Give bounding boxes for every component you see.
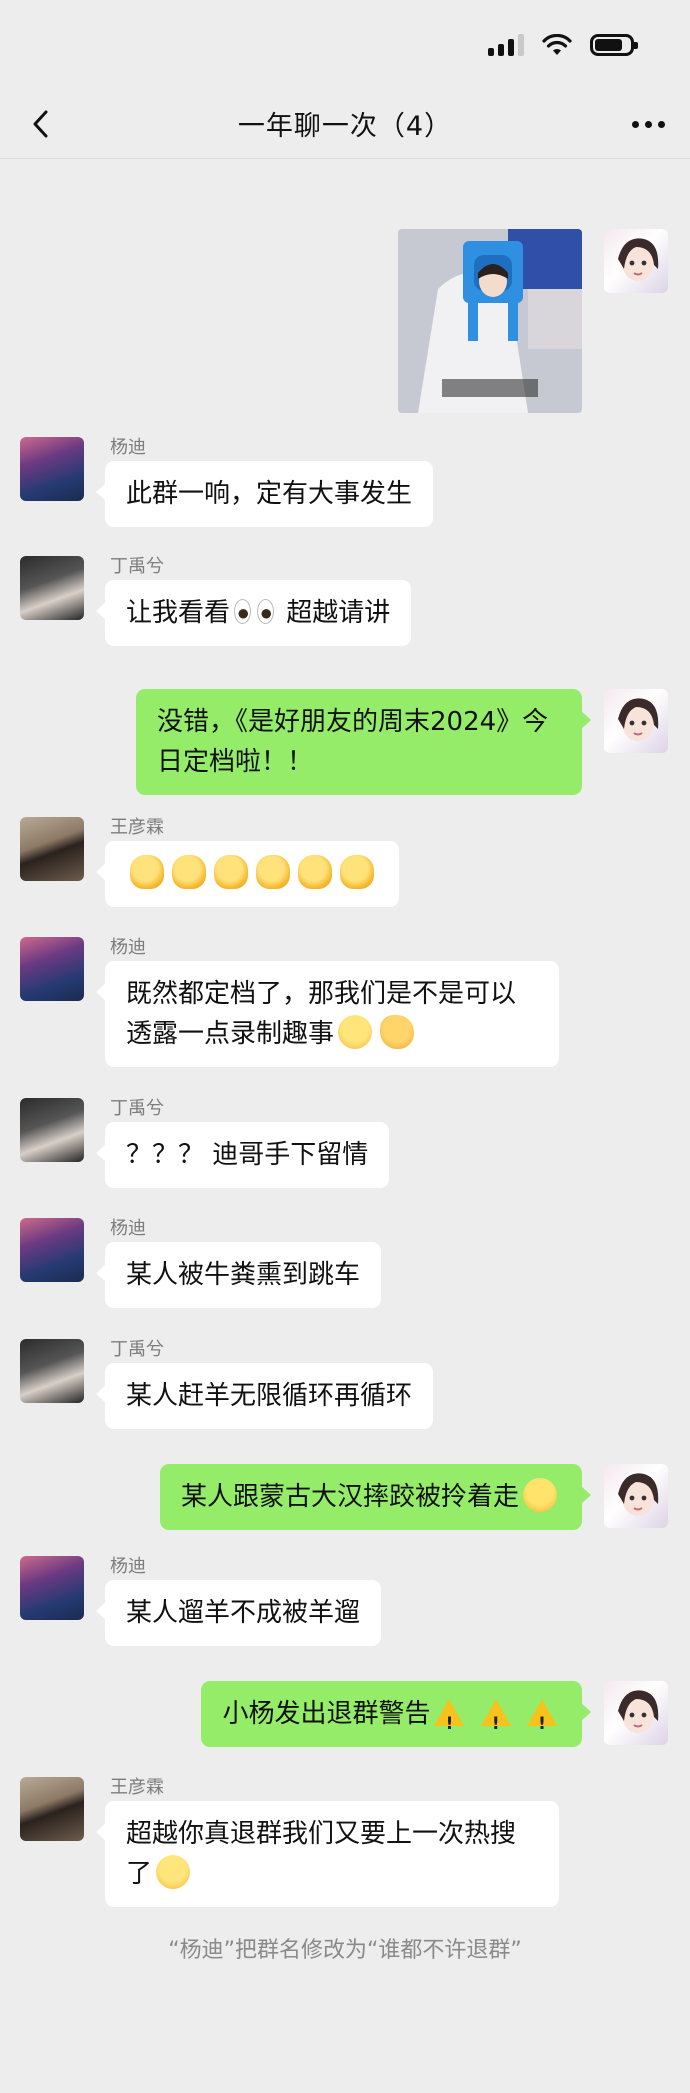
clapping-hands-emoji-icon bbox=[130, 855, 164, 889]
chat-header: 一年聊一次（4） bbox=[0, 90, 690, 159]
self-avatar[interactable] bbox=[604, 229, 668, 293]
sender-avatar[interactable] bbox=[20, 1218, 84, 1282]
warning-emoji-icon bbox=[434, 1699, 465, 1744]
grinning-face-emoji-icon bbox=[156, 1855, 191, 1889]
battery-icon bbox=[590, 34, 638, 56]
message-bubble[interactable]: 此群一响，定有大事发生 bbox=[95, 461, 434, 527]
message-bubble[interactable]: 超越你真退群我们又要上一次热搜了 bbox=[96, 1801, 559, 1907]
message-bubble[interactable]: 某人跟蒙古大汉摔跤被拎着走 bbox=[159, 1464, 592, 1530]
sender-avatar[interactable] bbox=[20, 437, 84, 501]
sender-avatar[interactable] bbox=[20, 1777, 84, 1841]
message-text: 某人遛羊不成被羊遛 bbox=[126, 1598, 361, 1628]
message-bubble[interactable]: 某人被牛粪熏到跳车 bbox=[95, 1242, 382, 1308]
clapping-hands-emoji-icon bbox=[214, 855, 248, 889]
sender-avatar[interactable] bbox=[20, 556, 84, 620]
message-text: 此群一响，定有大事发生 bbox=[126, 479, 413, 509]
message-bubble[interactable] bbox=[96, 841, 399, 907]
sender-name: 王彦霖 bbox=[110, 817, 164, 838]
message-bubble[interactable]: 小杨发出退群警告 bbox=[201, 1681, 591, 1747]
warning-emoji-icon bbox=[527, 1699, 557, 1744]
sender-name: 杨迪 bbox=[110, 437, 146, 458]
message-bubble[interactable]: 没错，《是好朋友的周末2024》今日定档啦！！ bbox=[136, 689, 591, 795]
clapping-hands-emoji-icon bbox=[340, 855, 374, 889]
message-bubble[interactable]: 既然都定档了，那我们是不是可以透露一点录制趣事 bbox=[96, 961, 559, 1067]
sender-avatar[interactable] bbox=[20, 1556, 84, 1620]
message-bubble[interactable]: 某人赶羊无限循环再循环 bbox=[95, 1363, 434, 1429]
grinning-face-emoji-icon bbox=[338, 1015, 373, 1049]
tears-of-joy-emoji-icon bbox=[523, 1478, 557, 1512]
message-text: 小杨发出退群警告 bbox=[222, 1699, 431, 1729]
sender-name: 杨迪 bbox=[110, 1218, 146, 1239]
eyes-emoji-icon bbox=[234, 599, 275, 625]
image-message[interactable] bbox=[398, 229, 582, 413]
message-text: 没错，《是好朋友的周末2024》今日定档啦！！ bbox=[157, 707, 549, 777]
sender-avatar[interactable] bbox=[20, 937, 84, 1001]
self-avatar[interactable] bbox=[604, 1681, 668, 1745]
message-text: 既然都定档了，那我们是不是可以透露一点录制趣事 bbox=[126, 979, 517, 1049]
clapping-hands-emoji-icon bbox=[172, 855, 206, 889]
status-icons bbox=[488, 34, 638, 56]
cellular-signal-icon bbox=[488, 34, 524, 56]
sender-name: 杨迪 bbox=[110, 1556, 146, 1577]
more-dots-icon[interactable] bbox=[626, 110, 670, 138]
sender-avatar[interactable] bbox=[20, 817, 84, 881]
sender-name: 丁禹兮 bbox=[110, 1339, 164, 1360]
sender-name: 杨迪 bbox=[110, 937, 146, 958]
sender-name: 王彦霖 bbox=[110, 1777, 164, 1798]
clapping-hands-emoji-icon bbox=[256, 855, 290, 889]
message-text: 超越请讲 bbox=[286, 598, 391, 628]
ok-hand-emoji-icon bbox=[380, 1015, 415, 1049]
message-text: 某人赶羊无限循环再循环 bbox=[126, 1381, 413, 1411]
sender-name: 丁禹兮 bbox=[110, 1098, 164, 1119]
sender-avatar[interactable] bbox=[20, 1098, 84, 1162]
self-avatar[interactable] bbox=[604, 1464, 668, 1528]
message-text: ？？？ 迪哥手下留情 bbox=[126, 1140, 369, 1170]
wifi-icon bbox=[542, 34, 572, 55]
photo-content bbox=[398, 229, 582, 413]
system-notice: “杨迪”把群名修改为“谁都不许退群” bbox=[168, 1938, 522, 1963]
chat-title[interactable]: 一年聊一次（4） bbox=[0, 104, 690, 143]
message-text: 让我看看 bbox=[126, 598, 231, 628]
sender-avatar[interactable] bbox=[20, 1339, 84, 1403]
message-bubble[interactable]: 让我看看 超越请讲 bbox=[95, 580, 412, 646]
clapping-hands-emoji-icon bbox=[298, 855, 332, 889]
message-bubble[interactable]: 某人遛羊不成被羊遛 bbox=[95, 1580, 382, 1646]
self-avatar[interactable] bbox=[604, 689, 668, 753]
message-bubble[interactable]: ？？？ 迪哥手下留情 bbox=[95, 1122, 390, 1188]
warning-emoji-icon bbox=[480, 1699, 511, 1744]
message-text: 某人跟蒙古大汉摔跤被拎着走 bbox=[180, 1482, 519, 1512]
message-text: 某人被牛粪熏到跳车 bbox=[126, 1260, 361, 1290]
sender-name: 丁禹兮 bbox=[110, 556, 164, 577]
status-bar bbox=[0, 0, 690, 90]
